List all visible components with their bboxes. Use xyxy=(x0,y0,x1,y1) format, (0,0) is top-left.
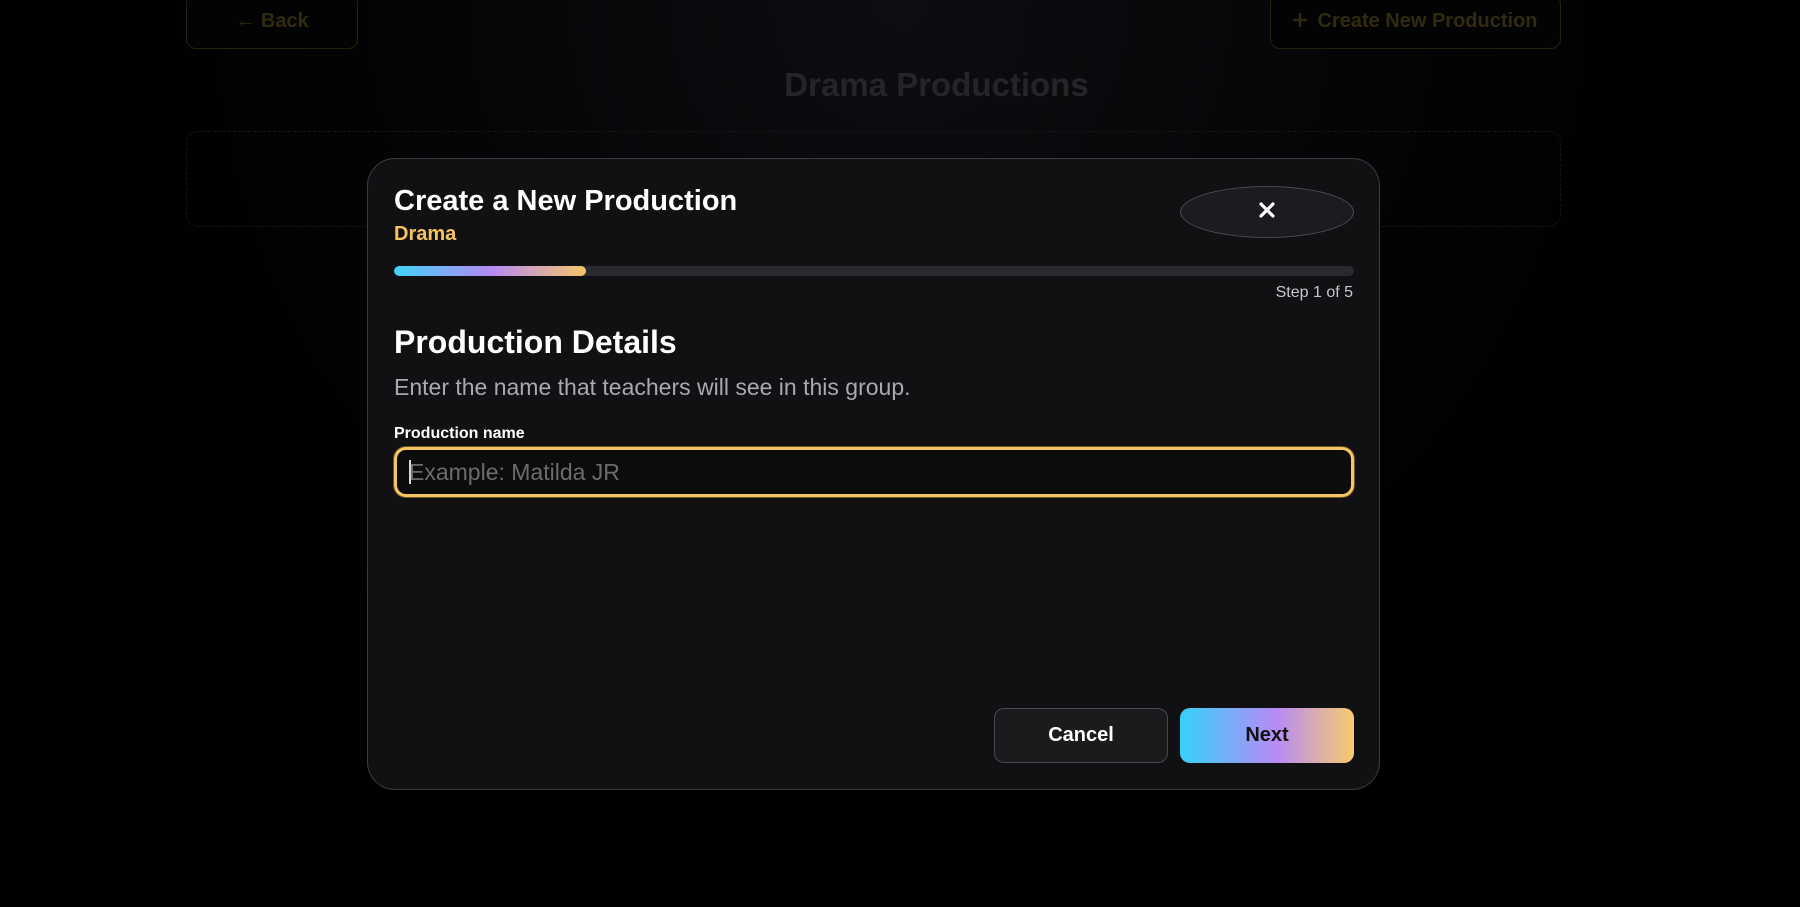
section-description: Enter the name that teachers will see in… xyxy=(394,374,911,400)
close-icon xyxy=(1258,201,1276,224)
close-button[interactable] xyxy=(1180,186,1354,238)
cancel-button[interactable]: Cancel xyxy=(994,708,1168,763)
next-button[interactable]: Next xyxy=(1180,708,1354,763)
step-indicator: Step 1 of 5 xyxy=(1275,284,1353,301)
production-name-label: Production name xyxy=(394,425,525,442)
modal-title: Create a New Production xyxy=(394,185,738,217)
progress-fill xyxy=(394,266,586,276)
section-title: Production Details xyxy=(394,324,677,360)
modal-subtitle: Drama xyxy=(394,223,457,245)
production-name-input[interactable] xyxy=(394,447,1354,497)
create-production-modal: Create a New Production Drama Step 1 of … xyxy=(367,158,1380,790)
progress-bar xyxy=(394,266,1354,276)
text-caret xyxy=(409,460,411,484)
page: ← Back Create New Production Drama Produ… xyxy=(0,0,1800,907)
